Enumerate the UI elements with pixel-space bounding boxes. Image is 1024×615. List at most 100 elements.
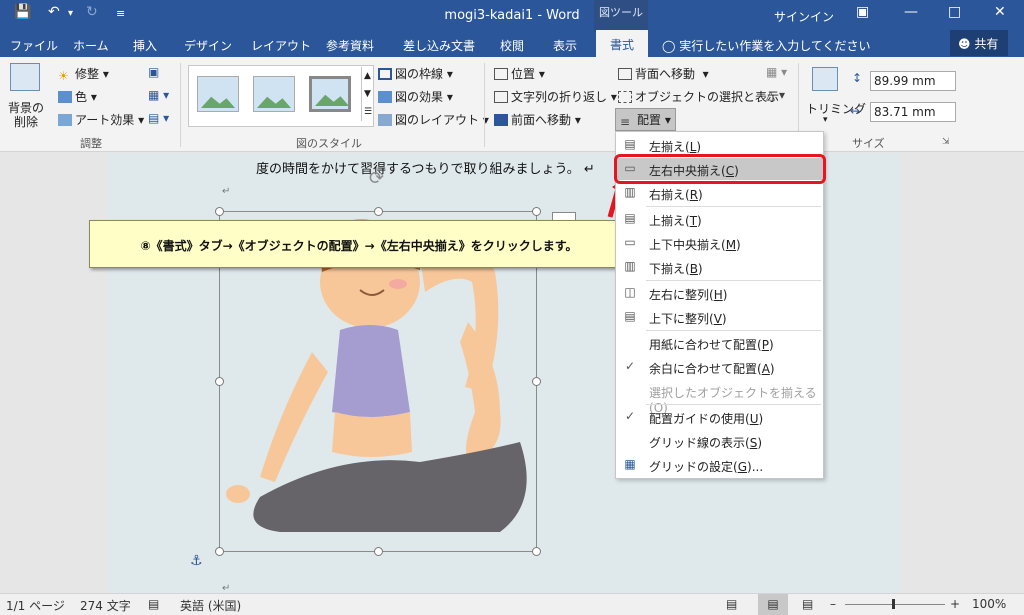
menu-item-paren: ) [736,238,741,252]
position-button[interactable]: 位置 ▾ [494,65,545,82]
group-icon[interactable]: ▦ ▾ [766,65,787,79]
picture-layout-button[interactable]: 図のレイアウト ▾ [378,111,489,128]
page-count[interactable]: 1/1 ページ [6,597,65,614]
crop-dropdown-icon[interactable]: ▾ [823,115,828,125]
divider [484,63,485,147]
tab-home[interactable]: ホーム [73,37,109,54]
width-icon: ↔ [850,104,861,118]
signin-link[interactable]: サインイン [774,8,834,25]
menu-item-label: 左揃え( [649,140,690,154]
menu-item-align-to-page[interactable]: 用紙に合わせて配置(P) [616,332,823,354]
document-text-line: 度の時間をかけて習得するつもりで取り組みましょう。 [256,162,580,177]
check-icon: ✓ [624,359,636,373]
menu-item-grid-settings[interactable]: ▦ グリッドの設定(G)... [616,454,823,476]
menu-item-align-to-margin[interactable]: ✓ 余白に合わせて配置(A) [616,356,823,378]
menu-item-align-top[interactable]: ▤ 上揃え(T) [616,208,823,230]
maximize-icon[interactable]: □ [948,4,961,20]
artistic-effects-label: アート効果 [75,113,135,127]
resize-handle[interactable] [374,207,383,216]
tab-references[interactable]: 参考資料 [326,37,374,54]
tell-me-text: 実行したい作業を入力してください [679,39,871,53]
remove-background-label-2: 削除 [14,115,39,129]
rotate-icon[interactable]: △ ▾ [766,88,785,102]
height-field[interactable]: 89.99 mm [870,71,956,91]
menu-item-accesskey: M [725,238,737,252]
remove-background-button[interactable]: 背景の 削除 [8,101,44,129]
zoom-slider-thumb[interactable] [892,599,895,609]
color-button[interactable]: 色 ▾ [58,88,97,105]
width-field[interactable]: 83.71 mm [870,102,956,122]
menu-item-distribute-vertical[interactable]: ▤ 上下に整列(V) [616,306,823,328]
tab-insert[interactable]: 挿入 [133,37,157,54]
menu-item-use-alignment-guides[interactable]: ✓ 配置ガイドの使用(U) [616,406,823,428]
zoom-out-icon[interactable]: – [830,597,836,611]
send-backward-icon [618,68,632,80]
resize-handle[interactable] [532,377,541,386]
tab-format[interactable]: 書式 [596,30,648,57]
menu-item-distribute-horizontal[interactable]: ◫ 左右に整列(H) [616,282,823,304]
artistic-effects-icon [58,114,72,126]
proofing-icon[interactable]: ▤ [148,597,159,611]
menu-item-paren: ) [722,288,728,302]
send-backward-button[interactable]: 背面へ移動 ▾ [618,65,709,82]
menu-item-accesskey: H [713,288,723,302]
picture-effects-button[interactable]: 図の効果 ▾ [378,88,453,105]
tab-mailings[interactable]: 差し込み文書 [403,37,475,54]
zoom-in-icon[interactable]: + [950,597,960,611]
close-icon[interactable]: ✕ [994,4,1006,20]
tab-view[interactable]: 表示 [553,37,577,54]
style-thumb-3[interactable] [309,76,351,112]
artistic-effects-button[interactable]: アート効果 ▾ [58,111,144,128]
resize-handle[interactable] [215,377,224,386]
align-button[interactable]: ≡ 配置 ▾ [615,108,676,131]
resize-handle[interactable] [532,547,541,556]
word-count[interactable]: 274 文字 [80,597,131,614]
menu-item-paren: ) [697,262,703,276]
resize-handle[interactable] [215,207,224,216]
menu-item-view-gridlines[interactable]: グリッド線の表示(S) [616,430,823,452]
ribbon-display-icon[interactable]: ▣ [856,4,869,20]
change-picture-icon[interactable]: ▦ ▾ [148,88,169,102]
menu-item-label: 左右に整列( [649,288,714,302]
size-dialog-launcher-icon[interactable]: ⇲ [942,137,950,147]
grid-icon: ▦ [624,457,636,471]
tab-design[interactable]: デザイン [184,37,232,54]
reset-picture-icon[interactable]: ▤ ▾ [148,111,169,125]
tab-layout[interactable]: レイアウト [251,37,311,54]
compress-pictures-icon[interactable]: ▣ [148,65,159,79]
tab-file[interactable]: ファイル [10,37,58,54]
divider [180,63,181,147]
rotate-handle-icon[interactable]: ⟳ [369,168,384,189]
web-layout-icon[interactable]: ▤ [802,597,813,611]
menu-item-paren: ) [721,312,727,326]
wrap-text-button[interactable]: 文字列の折り返し ▾ [494,88,617,105]
read-mode-icon[interactable]: ▤ [726,597,737,611]
resize-handle[interactable] [532,207,541,216]
share-button[interactable]: ☻ 共有 [950,30,1008,56]
menu-item-align-middle[interactable]: ▭ 上下中央揃え(M) [616,232,823,254]
print-layout-icon[interactable]: ▤ [758,594,788,615]
selection-pane-button[interactable]: オブジェクトの選択と表示 [618,88,779,105]
menu-item-align-bottom[interactable]: ▥ 下揃え(B) [616,256,823,278]
zoom-level[interactable]: 100% [972,597,1006,611]
align-icon: ≡ [620,115,631,129]
bring-forward-button[interactable]: 前面へ移動 ▾ [494,111,581,128]
style-thumb-1[interactable] [197,76,239,112]
minimize-icon[interactable]: — [904,4,918,20]
resize-handle[interactable] [215,547,224,556]
tell-me-input[interactable]: ◯ 実行したい作業を入力してください [662,37,871,54]
anchor-icon: ⚓ [190,553,203,569]
language-indicator[interactable]: 英語 (米国) [180,597,241,614]
menu-item-align-right[interactable]: ▥ 右揃え(R) [616,182,823,204]
menu-item-align-left[interactable]: ▤ 左揃え(L) [616,134,823,156]
picture-border-button[interactable]: 図の枠線 ▾ [378,65,453,82]
menu-item-label: 上揃え( [649,214,690,228]
corrections-button[interactable]: ☀ 修整 ▾ [58,65,109,83]
tab-review[interactable]: 校閲 [500,37,524,54]
menu-item-accesskey: B [689,262,698,276]
menu-divider [646,206,821,207]
style-thumb-2[interactable] [253,76,295,112]
zoom-slider[interactable] [845,604,945,605]
resize-handle[interactable] [374,547,383,556]
gallery-scroll[interactable]: ▲ ▼ ☰ [361,67,372,121]
